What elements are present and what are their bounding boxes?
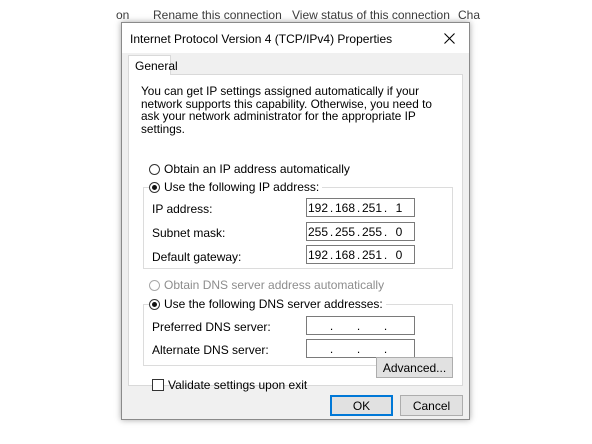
default-gateway-input[interactable]: 192. 168. 251. 0 — [306, 245, 415, 264]
background-link-1: on — [116, 8, 130, 22]
radio-circle[interactable] — [149, 181, 160, 193]
close-icon — [443, 32, 455, 44]
preferred-dns-label: Preferred DNS server: — [152, 320, 271, 334]
radio-circle[interactable] — [149, 163, 160, 175]
octet: 255 — [307, 224, 329, 239]
octet: 255 — [334, 224, 356, 239]
radio-use-following-dns-label: Use the following DNS server addresses: — [164, 297, 383, 311]
alternate-dns-input[interactable]: . . . — [306, 339, 415, 358]
octet: 255 — [361, 224, 383, 239]
tab-general[interactable]: General — [128, 55, 178, 75]
title-bar: Internet Protocol Version 4 (TCP/IPv4) P… — [122, 23, 469, 53]
octet: 251 — [361, 200, 383, 215]
radio-use-following-ip-label: Use the following IP address: — [164, 180, 320, 194]
alternate-dns-label: Alternate DNS server: — [152, 343, 269, 357]
ok-button[interactable]: OK — [330, 395, 393, 416]
background-link-4: Cha — [458, 8, 481, 22]
radio-use-following-ip[interactable]: Use the following IP address: — [149, 180, 323, 194]
validate-settings-checkbox-row[interactable]: Validate settings upon exit — [152, 378, 307, 392]
radio-circle[interactable] — [149, 279, 160, 291]
octet: 1 — [395, 200, 403, 215]
ipv4-properties-dialog: Internet Protocol Version 4 (TCP/IPv4) P… — [121, 22, 470, 420]
octet: 192 — [307, 247, 329, 262]
background-link-status: View status of this connection — [292, 8, 450, 22]
dialog-title: Internet Protocol Version 4 (TCP/IPv4) P… — [130, 32, 393, 46]
radio-obtain-dns-auto[interactable]: Obtain DNS server address automatically — [149, 278, 388, 292]
preferred-dns-input[interactable]: . . . — [306, 316, 415, 335]
subnet-mask-label: Subnet mask: — [152, 226, 226, 240]
octet: 0 — [395, 247, 403, 262]
default-gateway-label: Default gateway: — [152, 250, 242, 264]
radio-circle[interactable] — [149, 298, 160, 310]
octet: 168 — [334, 247, 356, 262]
background-window-links: on Rename this connection View status of… — [0, 0, 592, 22]
cancel-button[interactable]: Cancel — [400, 395, 463, 416]
background-link-rename: Rename this connection — [153, 8, 282, 22]
description-text: You can get IP settings assigned automat… — [141, 84, 432, 136]
radio-obtain-ip-auto[interactable]: Obtain an IP address automatically — [149, 162, 353, 176]
ip-address-input[interactable]: 192. 168. 251. 1 — [306, 198, 415, 217]
subnet-mask-input[interactable]: 255. 255. 255. 0 — [306, 222, 415, 241]
radio-obtain-ip-auto-label: Obtain an IP address automatically — [164, 162, 350, 176]
octet: 192 — [307, 200, 329, 215]
general-panel: You can get IP settings assigned automat… — [128, 74, 463, 392]
octet: 168 — [334, 200, 356, 215]
advanced-button[interactable]: Advanced... — [376, 357, 453, 378]
close-button[interactable] — [429, 23, 469, 53]
ip-address-label: IP address: — [152, 202, 213, 216]
octet: 251 — [361, 247, 383, 262]
radio-use-following-dns[interactable]: Use the following DNS server addresses: — [149, 297, 386, 311]
octet: 0 — [395, 224, 403, 239]
validate-settings-checkbox[interactable] — [152, 379, 164, 391]
tab-general-label: General — [135, 59, 178, 73]
radio-obtain-dns-auto-label: Obtain DNS server address automatically — [164, 278, 385, 292]
validate-settings-label: Validate settings upon exit — [168, 378, 308, 392]
